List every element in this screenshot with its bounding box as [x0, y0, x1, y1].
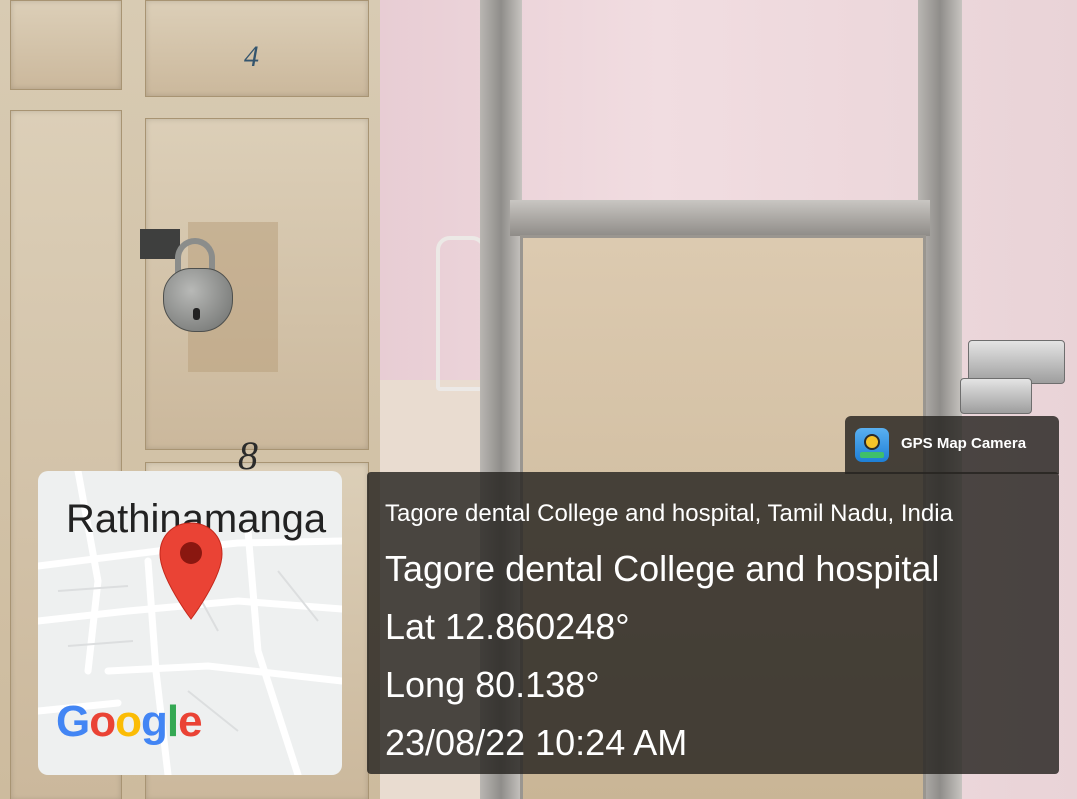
google-letter: e	[178, 697, 203, 746]
location-pin-icon	[159, 522, 223, 620]
google-letter: g	[141, 697, 168, 746]
map-thumbnail[interactable]: Rathinamanga Google	[38, 471, 342, 775]
address-text: Tagore dental College and hospital, Tami…	[385, 500, 953, 527]
locker-number: 4	[244, 40, 259, 73]
plastic-chair	[436, 236, 486, 391]
google-letter: l	[166, 697, 179, 746]
longitude-text: Long 80.138°	[385, 664, 600, 705]
place-name-text: Tagore dental College and hospital	[385, 548, 940, 589]
door-rail	[510, 200, 930, 236]
google-letter: G	[56, 697, 90, 746]
locker-door	[10, 0, 122, 90]
latitude-text: Lat 12.860248°	[385, 606, 630, 647]
location-info-box: Tagore dental College and hospital, Tami…	[367, 472, 1059, 774]
padlock-keyhole	[193, 308, 200, 320]
locker-hasp	[140, 229, 180, 259]
app-name: GPS Map Camera	[901, 435, 1027, 452]
padlock-icon	[163, 268, 233, 332]
google-letter: o	[89, 697, 116, 746]
google-letter: o	[115, 697, 142, 746]
steel-tray	[960, 378, 1032, 414]
google-logo: Google	[56, 697, 203, 747]
gps-map-camera-badge: GPS Map Camera	[845, 416, 1059, 474]
datetime-text: 23/08/22 10:24 AM	[385, 722, 688, 763]
gps-map-camera-app-icon	[855, 428, 889, 462]
